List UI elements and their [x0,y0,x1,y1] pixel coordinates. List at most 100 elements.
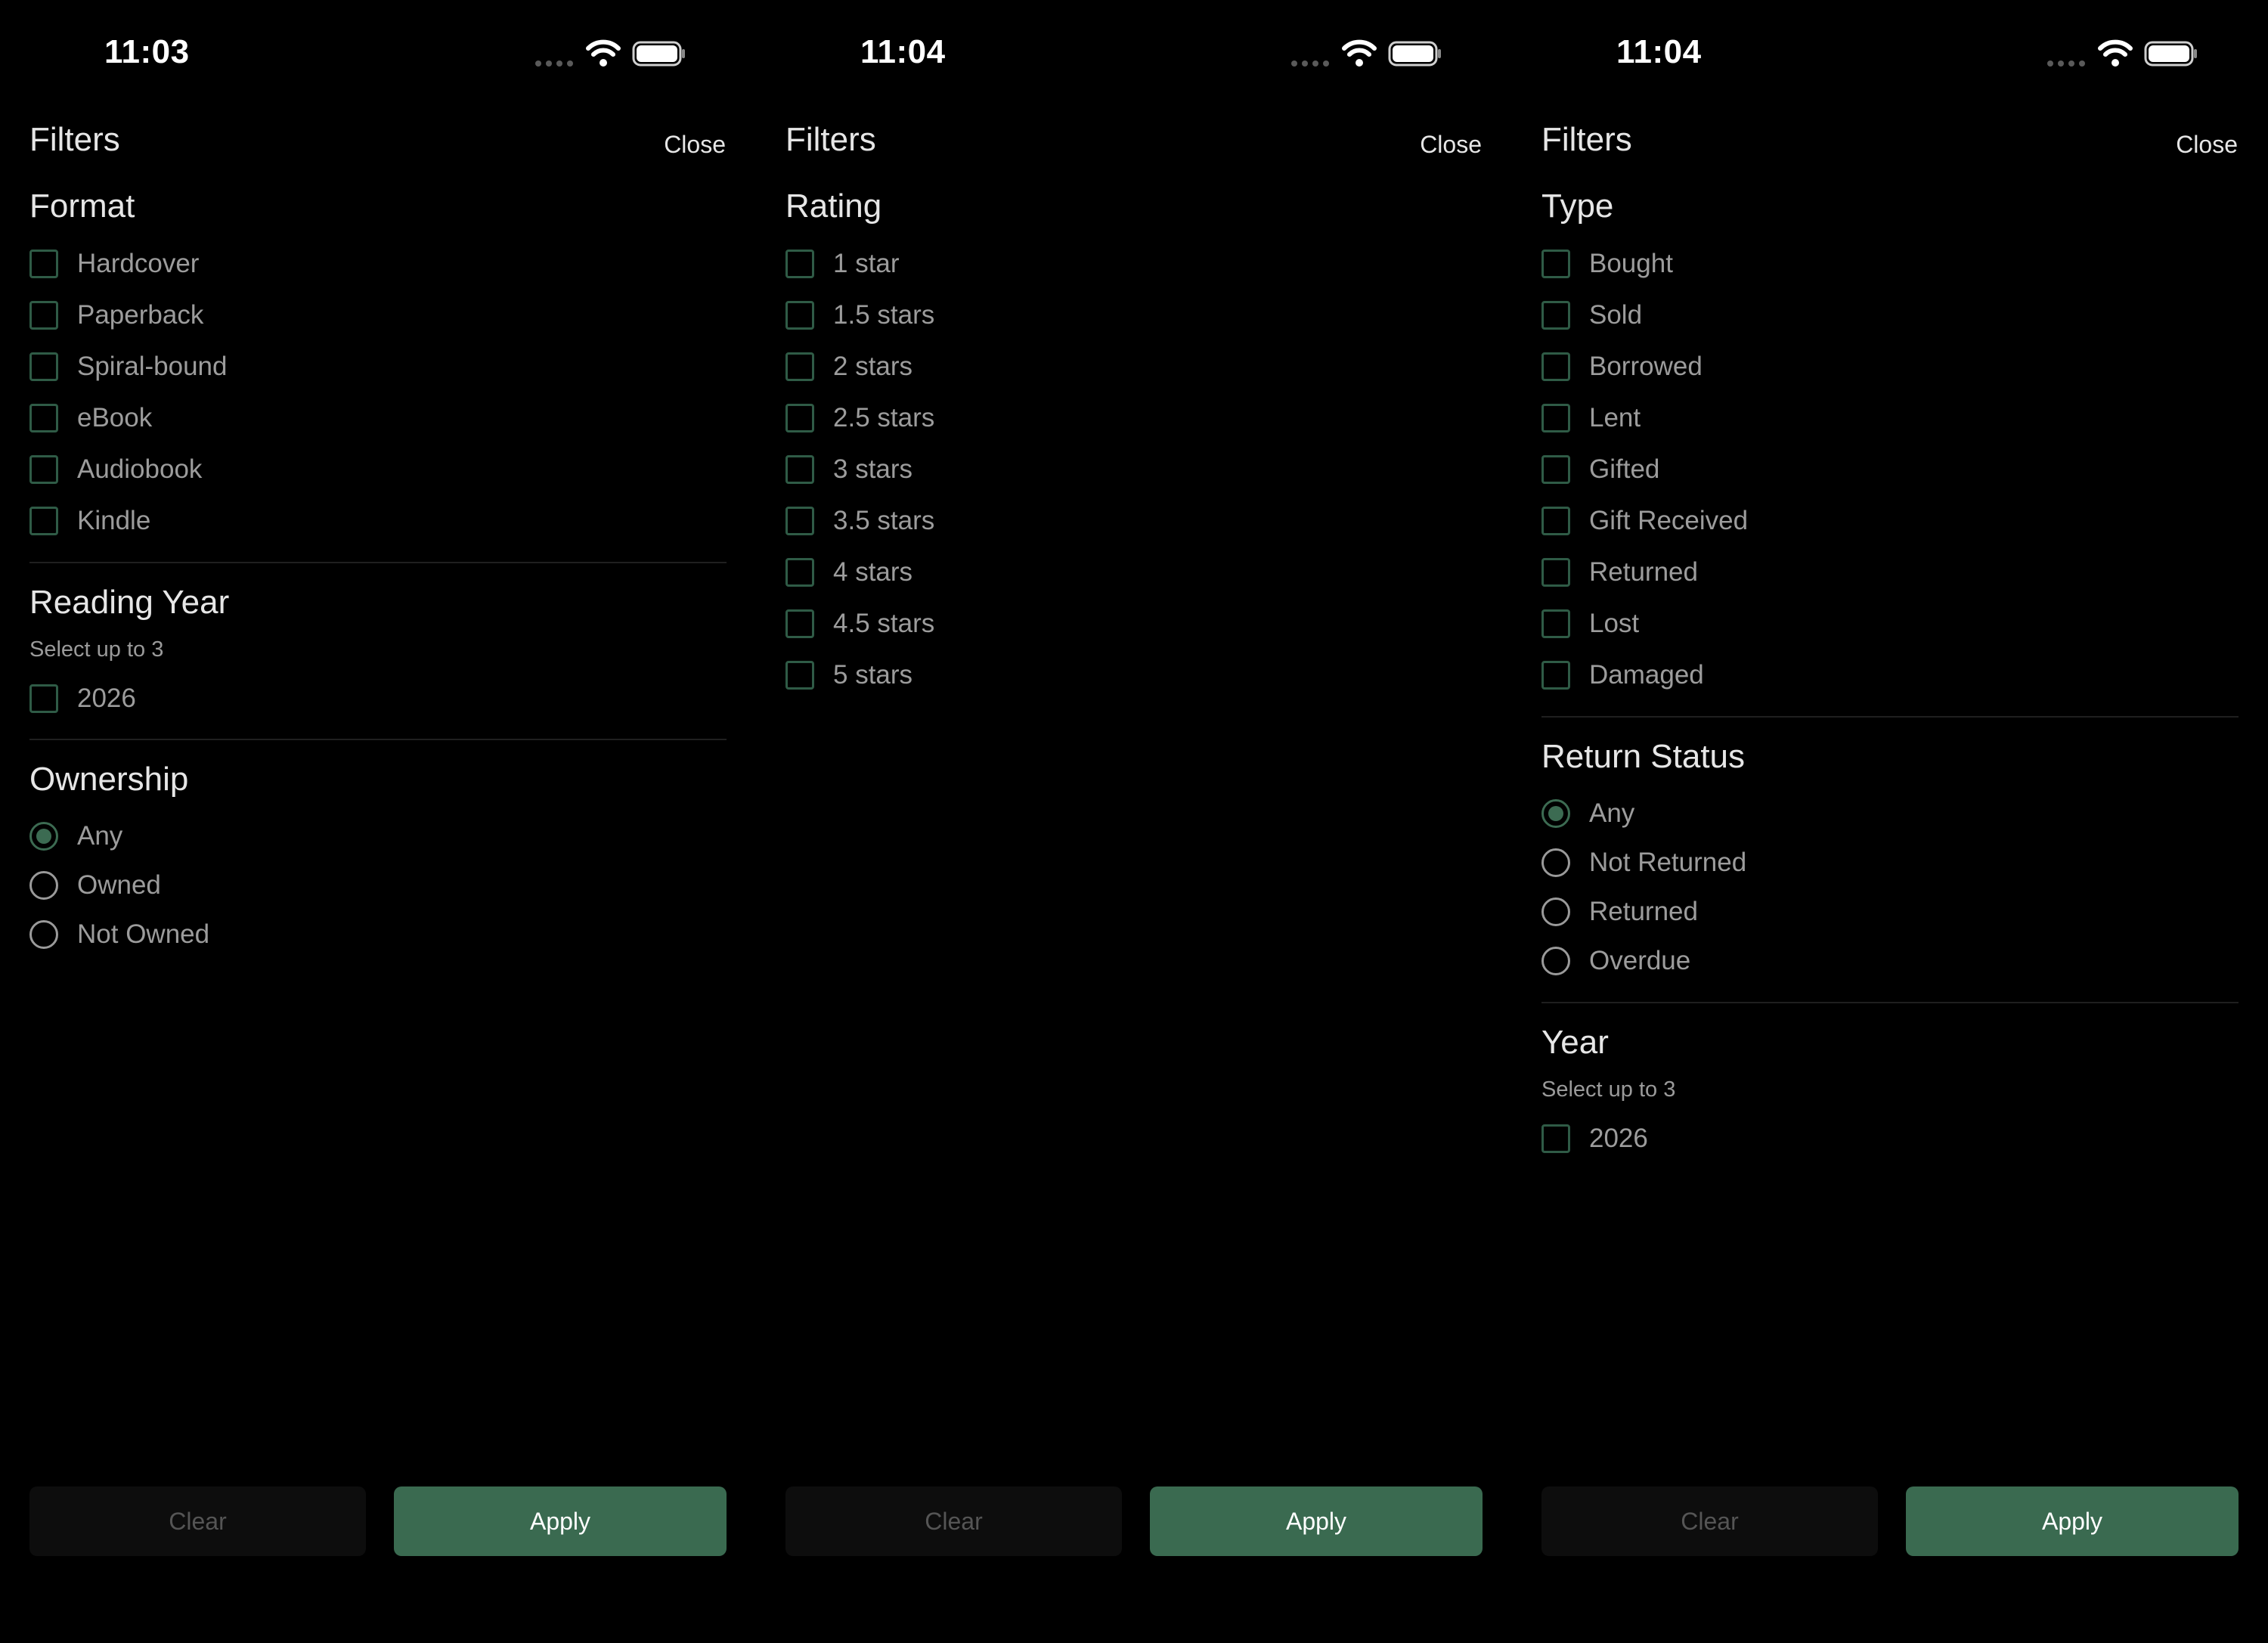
option-label: Lost [1589,609,1640,638]
format-option-ebook[interactable]: eBook [29,400,152,436]
ownership-option-any[interactable]: Any [29,818,122,854]
checkbox[interactable] [785,301,814,330]
option-label: Returned [1589,897,1698,926]
option-label: Sold [1589,300,1643,330]
option-label: eBook [77,403,153,432]
radio[interactable] [29,871,58,900]
checkbox[interactable] [785,352,814,381]
section-title-return-status: Return Status [1541,738,1746,775]
year-option-2026[interactable]: 2026 [1541,1121,1648,1157]
divider [29,562,727,563]
rating-option-1-5[interactable]: 1.5 stars [785,297,934,333]
radio[interactable] [1541,848,1570,877]
type-option-sold[interactable]: Sold [1541,297,1642,333]
checkbox[interactable] [1541,455,1570,484]
format-option-audiobook[interactable]: Audiobook [29,451,202,488]
radio[interactable] [1541,947,1570,975]
battery-icon [2144,41,2197,67]
page-title: Filters [785,121,876,158]
checkbox[interactable] [785,558,814,587]
option-label: Any [1589,798,1635,828]
return-status-option-any[interactable]: Any [1541,795,1634,832]
checkbox[interactable] [785,661,814,690]
checkbox[interactable] [1541,404,1570,432]
option-label: 1.5 stars [833,300,935,330]
checkbox[interactable] [29,507,58,535]
ownership-option-owned[interactable]: Owned [29,867,161,904]
option-label: Kindle [77,506,151,535]
checkbox[interactable] [1541,250,1570,278]
checkbox[interactable] [29,455,58,484]
close-button[interactable]: Close [664,131,726,159]
close-button[interactable]: Close [1420,131,1482,159]
format-option-paperback[interactable]: Paperback [29,297,203,333]
radio-selected[interactable] [1541,799,1570,828]
option-label: Returned [1589,557,1698,587]
radio[interactable] [1541,897,1570,926]
option-label: 2 stars [833,352,913,381]
option-label: 5 stars [833,660,913,690]
rating-option-2-5[interactable]: 2.5 stars [785,400,934,436]
format-option-kindle[interactable]: Kindle [29,503,150,539]
option-label: Overdue [1589,946,1691,975]
checkbox[interactable] [29,301,58,330]
type-option-returned[interactable]: Returned [1541,554,1698,591]
format-option-spiral-bound[interactable]: Spiral-bound [29,349,227,385]
checkbox[interactable] [785,455,814,484]
type-option-bought[interactable]: Bought [1541,246,1673,282]
checkbox[interactable] [29,684,58,713]
apply-button[interactable]: Apply [1906,1486,2239,1556]
type-option-lent[interactable]: Lent [1541,400,1641,436]
checkbox[interactable] [785,507,814,535]
option-label: Gift Received [1589,506,1749,535]
checkbox[interactable] [1541,609,1570,638]
checkbox[interactable] [1541,301,1570,330]
option-label: 3.5 stars [833,506,935,535]
checkbox[interactable] [29,250,58,278]
checkbox[interactable] [785,250,814,278]
checkbox[interactable] [1541,507,1570,535]
type-option-damaged[interactable]: Damaged [1541,657,1704,693]
option-label: Audiobook [77,454,203,484]
rating-option-3[interactable]: 3 stars [785,451,912,488]
type-option-lost[interactable]: Lost [1541,606,1639,642]
checkbox[interactable] [785,404,814,432]
type-option-gift-received[interactable]: Gift Received [1541,503,1748,539]
section-hint: Select up to 3 [1541,1077,1676,1102]
checkbox[interactable] [1541,1124,1570,1153]
rating-option-5[interactable]: 5 stars [785,657,912,693]
checkbox[interactable] [1541,558,1570,587]
clear-button[interactable]: Clear [1541,1486,1878,1556]
option-label: 2026 [77,684,136,713]
close-button[interactable]: Close [2176,131,2238,159]
clear-button[interactable]: Clear [29,1486,366,1556]
checkbox[interactable] [29,404,58,432]
rating-option-1[interactable]: 1 star [785,246,900,282]
option-label: Spiral-bound [77,352,228,381]
apply-button[interactable]: Apply [1150,1486,1483,1556]
section-hint: Select up to 3 [29,637,164,662]
type-option-borrowed[interactable]: Borrowed [1541,349,1703,385]
checkbox[interactable] [1541,661,1570,690]
rating-option-4-5[interactable]: 4.5 stars [785,606,934,642]
rating-option-3-5[interactable]: 3.5 stars [785,503,934,539]
return-status-option-not-returned[interactable]: Not Returned [1541,845,1746,881]
format-option-hardcover[interactable]: Hardcover [29,246,199,282]
checkbox[interactable] [29,352,58,381]
type-option-gifted[interactable]: Gifted [1541,451,1659,488]
checkbox[interactable] [785,609,814,638]
clear-button[interactable]: Clear [785,1486,1122,1556]
filters-screen-format: 11:03 Filters Close Format Hardcover Pap… [0,0,756,1643]
rating-option-4[interactable]: 4 stars [785,554,912,591]
radio[interactable] [29,920,58,949]
reading-year-option-2026[interactable]: 2026 [29,680,136,717]
option-label: 4.5 stars [833,609,935,638]
ownership-option-not-owned[interactable]: Not Owned [29,916,209,953]
option-label: Bought [1589,249,1673,278]
return-status-option-returned[interactable]: Returned [1541,894,1698,930]
rating-option-2[interactable]: 2 stars [785,349,912,385]
radio-selected[interactable] [29,822,58,851]
apply-button[interactable]: Apply [394,1486,727,1556]
checkbox[interactable] [1541,352,1570,381]
return-status-option-overdue[interactable]: Overdue [1541,943,1690,979]
